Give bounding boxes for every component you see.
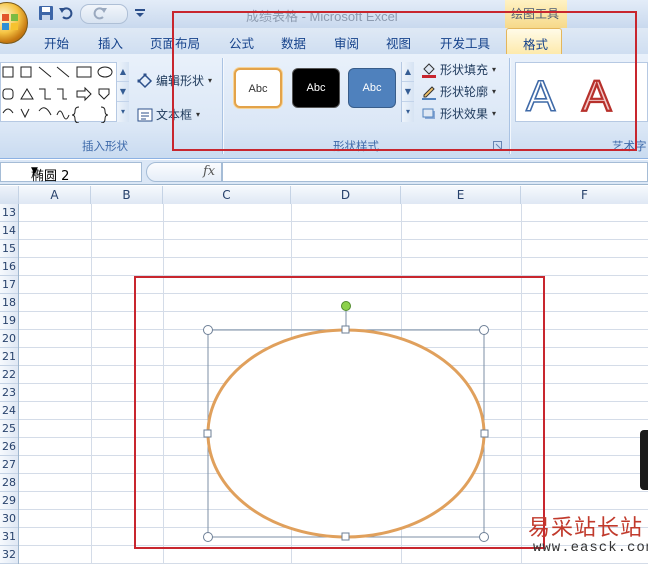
row-header[interactable]: 22 bbox=[0, 366, 18, 384]
column-headers: A B C D E F bbox=[0, 186, 648, 205]
scroll-down-icon[interactable]: ▼ bbox=[117, 82, 129, 102]
watermark-url: www.easck.com bbox=[533, 540, 648, 556]
text-box-icon bbox=[137, 108, 153, 121]
column-header-b[interactable]: B bbox=[91, 186, 163, 204]
row-header[interactable]: 30 bbox=[0, 510, 18, 528]
row-header[interactable]: 24 bbox=[0, 402, 18, 420]
select-all-corner[interactable] bbox=[0, 186, 19, 204]
row-header[interactable]: 15 bbox=[0, 240, 18, 258]
gallery-expand-icon[interactable]: ▾ bbox=[117, 102, 129, 121]
shapes-gallery-icons bbox=[2, 66, 113, 123]
insert-shapes-group-label: 插入形状 bbox=[82, 139, 128, 153]
row-header[interactable]: 32 bbox=[0, 546, 18, 564]
row-header[interactable]: 23 bbox=[0, 384, 18, 402]
column-header-f[interactable]: F bbox=[521, 186, 648, 204]
row-header-list: 13 14 15 16 17 18 19 20 21 22 23 24 25 26 27 28 29 30 31 32 bbox=[0, 204, 18, 564]
office-logo-icon bbox=[2, 14, 18, 30]
annotation-box-shape bbox=[134, 276, 545, 549]
row-header[interactable]: 19 bbox=[0, 312, 18, 330]
tab-insert[interactable]: 插入 bbox=[98, 33, 123, 52]
name-box[interactable]: 椭圆 2 ▼ bbox=[0, 162, 142, 184]
shapes-gallery[interactable] bbox=[0, 62, 128, 123]
row-header[interactable]: 25 bbox=[0, 420, 18, 438]
row-header[interactable]: 28 bbox=[0, 474, 18, 492]
row-header[interactable]: 14 bbox=[0, 222, 18, 240]
column-header-e[interactable]: E bbox=[401, 186, 521, 204]
row-header[interactable]: 20 bbox=[0, 330, 18, 348]
column-header-a[interactable]: A bbox=[19, 186, 91, 204]
tab-home[interactable]: 开始 bbox=[44, 33, 69, 52]
row-header[interactable]: 26 bbox=[0, 438, 18, 456]
row-header[interactable]: 21 bbox=[0, 348, 18, 366]
row-header[interactable]: 18 bbox=[0, 294, 18, 312]
undo-icon[interactable] bbox=[58, 5, 74, 21]
chevron-down-icon[interactable]: ▼ bbox=[31, 166, 138, 176]
edge-artifact bbox=[640, 430, 648, 490]
shapes-gallery-scroll[interactable]: ▲ ▼ ▾ bbox=[116, 62, 129, 122]
row-header[interactable]: 16 bbox=[0, 258, 18, 276]
customize-qat-icon[interactable] bbox=[132, 5, 148, 21]
redo-icon[interactable] bbox=[92, 5, 108, 21]
annotation-box-ribbon bbox=[172, 11, 637, 151]
column-header-d[interactable]: D bbox=[291, 186, 401, 204]
row-header[interactable]: 31 bbox=[0, 528, 18, 546]
watermark-site-name: 易采站长站 bbox=[528, 516, 644, 541]
insert-function-button[interactable]: fx bbox=[203, 164, 215, 179]
save-icon[interactable] bbox=[38, 5, 54, 21]
edit-shape-icon bbox=[137, 73, 153, 88]
row-header[interactable]: 17 bbox=[0, 276, 18, 294]
row-header[interactable]: 29 bbox=[0, 492, 18, 510]
row-header[interactable]: 27 bbox=[0, 456, 18, 474]
formula-input[interactable] bbox=[222, 162, 648, 182]
row-header[interactable]: 13 bbox=[0, 204, 18, 222]
column-header-c[interactable]: C bbox=[163, 186, 291, 204]
scroll-up-icon[interactable]: ▲ bbox=[117, 62, 129, 82]
